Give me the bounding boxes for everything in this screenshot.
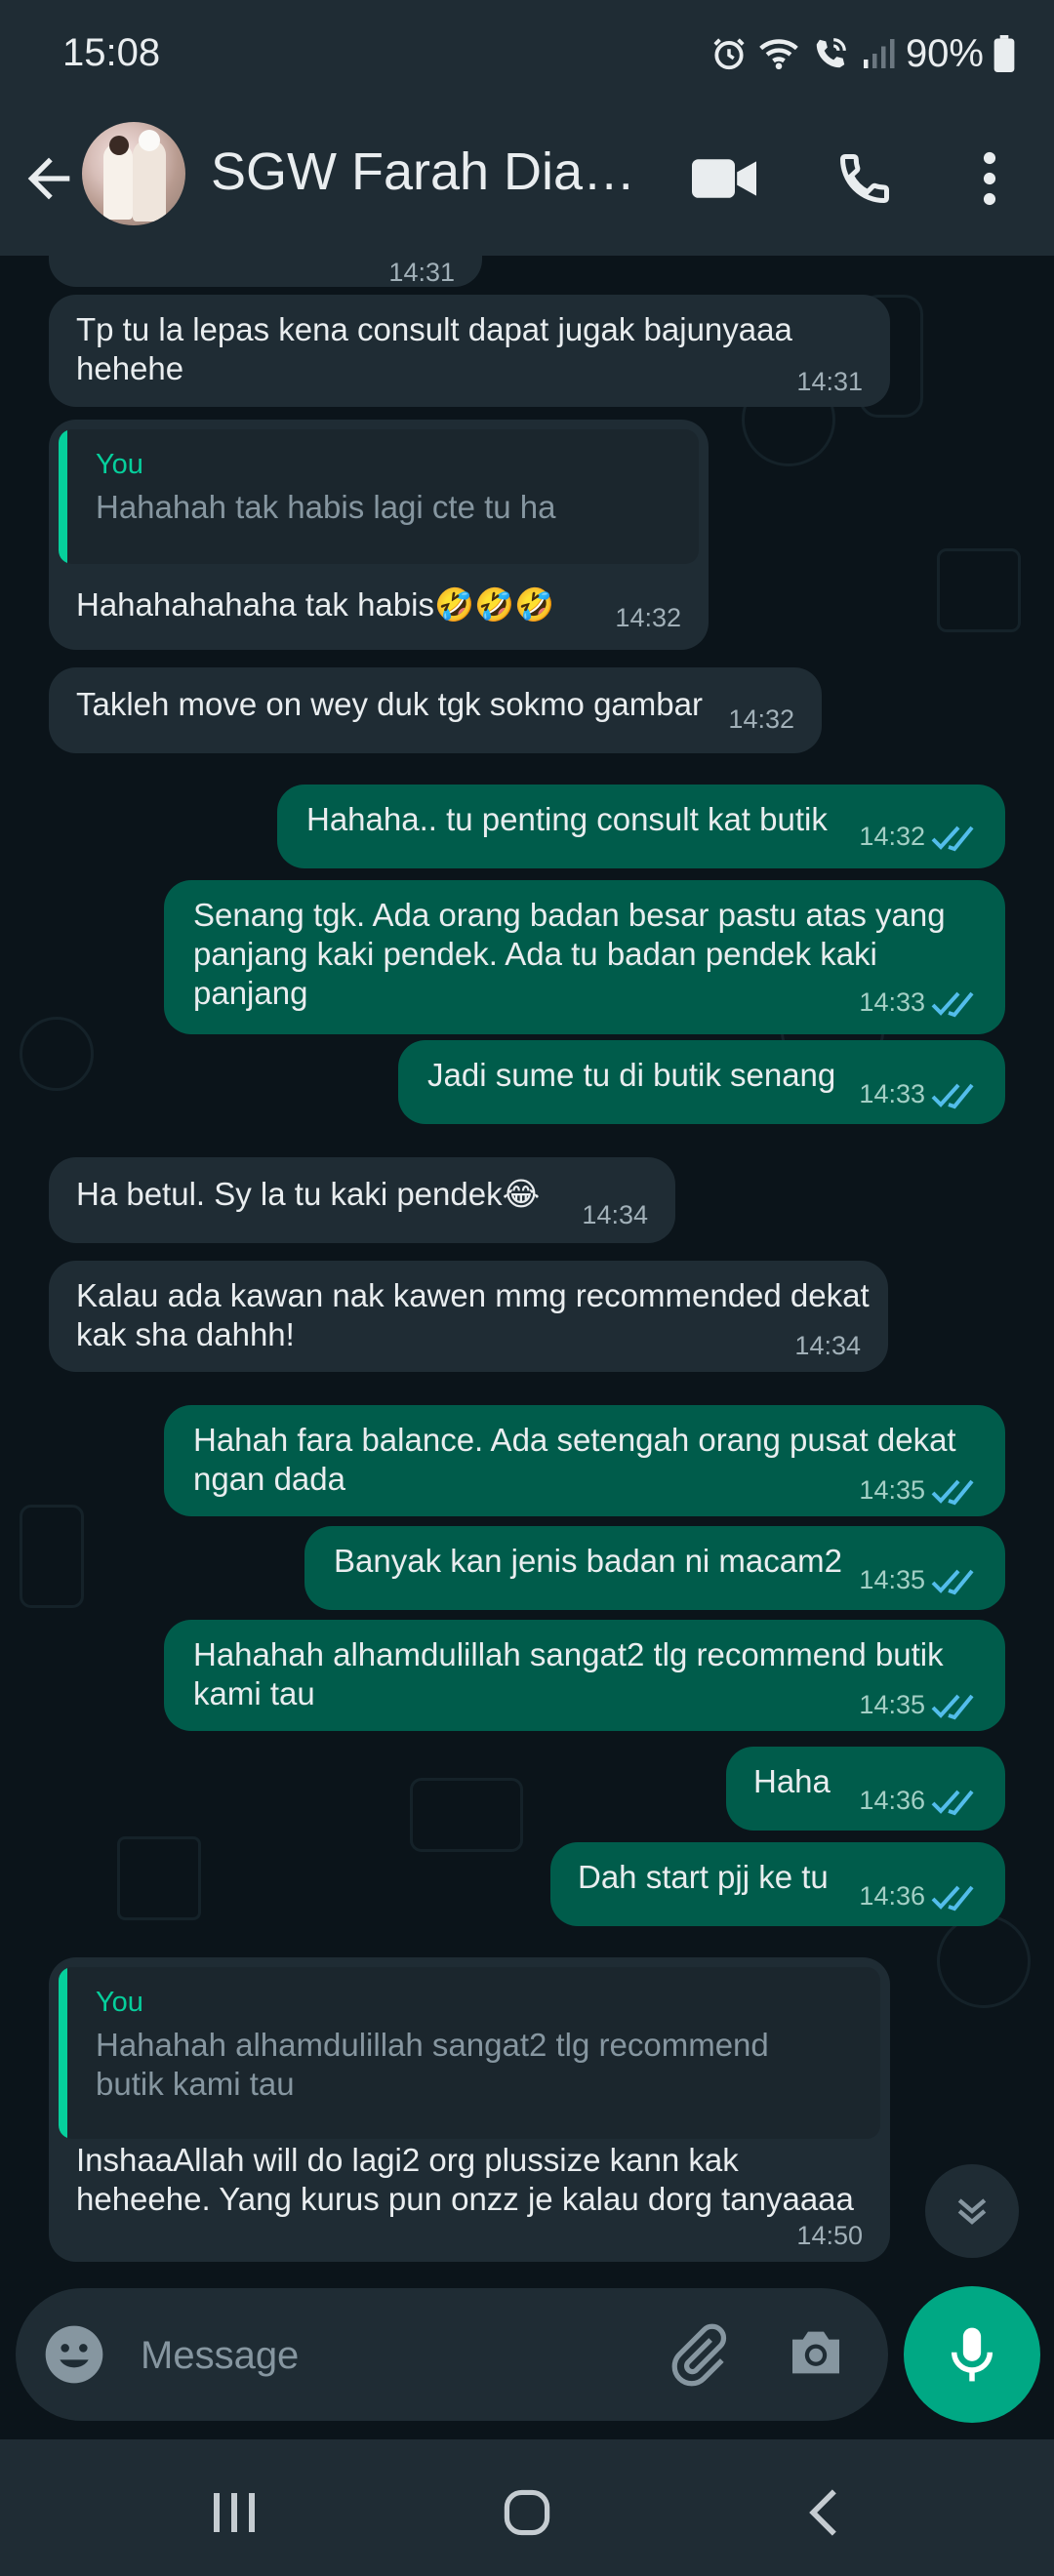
status-time: 15:08 [62,31,161,74]
system-navigation-bar [0,2439,1054,2576]
home-icon [504,2489,550,2536]
double-check-icon [931,1885,974,1912]
message-bubble-partial[interactable]: 14:31 [49,256,482,287]
message-time: 14:33 [859,1079,925,1108]
message-time: 14:32 [615,603,681,632]
double-check-icon [931,825,974,852]
home-button[interactable] [488,2478,566,2547]
scroll-to-bottom-button[interactable] [925,2164,1019,2258]
message-text: Hahah fara balance. Ada setengah orang p… [193,1422,956,1497]
message-time: 14:31 [796,367,863,396]
system-back-button[interactable] [785,2478,863,2547]
message-time: 14:50 [796,2221,863,2250]
battery-percent: 90% [905,31,984,75]
alarm-icon [713,38,745,70]
more-vert-icon [983,151,996,206]
message-time: 14:35 [859,1475,925,1505]
message-time: 14:35 [859,1690,925,1719]
signal-icon [863,39,895,68]
message-text: Haha [753,1763,831,1799]
message-time: 14:34 [794,1331,861,1360]
attach-button[interactable] [664,2321,732,2390]
message-text: Banyak kan jenis badan ni macam2 [334,1543,842,1579]
paperclip-icon [671,2323,727,2387]
message-text: Ha betul. Sy la tu kaki pendek😂 [76,1176,541,1212]
wifi-icon [759,39,798,70]
quoted-message[interactable]: You Hahahah tak habis lagi cte tu ha [59,429,699,564]
double-check-icon [931,1569,974,1595]
wifi-calling-icon [816,38,846,68]
message-list[interactable]: 14:31 Tp tu la lepas kena consult dapat … [0,256,1054,2285]
message-time: 14:32 [728,704,794,734]
message-bubble-outgoing[interactable]: Hahaha.. tu penting consult kat butik 14… [277,785,1005,868]
mic-icon [951,2327,993,2382]
quote-author: You [96,449,143,480]
quote-text: Hahahah tak habis lagi cte tu ha [96,489,556,525]
double-check-icon [931,1479,974,1506]
quote-text: Hahahah alhamdulillah sangat2 tlg recomm… [96,2027,769,2102]
battery-icon [993,35,1015,72]
status-icons: 90% [710,29,1015,78]
message-time: 14:31 [388,258,455,287]
voice-message-button[interactable] [904,2286,1040,2423]
video-call-icon [692,159,756,198]
message-text: Kalau ada kawan nak kawen mmg recommende… [76,1277,870,1352]
message-text: Senang tgk. Ada orang badan besar pastu … [193,897,946,1011]
message-text: Hahahahahaha tak habis🤣🤣🤣 [76,586,555,623]
video-call-button[interactable] [685,140,763,218]
recent-apps-icon [214,2493,255,2532]
message-time: 14:36 [859,1881,925,1911]
phone-icon [839,154,889,204]
status-bar: 15:08 90% [0,0,1054,112]
contact-avatar[interactable] [82,122,185,225]
arrow-left-icon [27,157,70,200]
message-text: Dah start pjj ke tu [578,1859,829,1895]
voice-call-button[interactable] [826,140,904,218]
camera-icon [792,2331,839,2374]
message-composer [16,2288,888,2421]
message-bubble-outgoing[interactable]: Banyak kan jenis badan ni macam2 14:35 [304,1526,1005,1610]
message-bubble-incoming[interactable]: Takleh move on wey duk tgk sokmo gambar … [49,667,822,753]
double-check-icon [931,1790,974,1816]
double-check-icon [931,991,974,1018]
emoji-icon [45,2325,103,2384]
camera-button[interactable] [785,2321,853,2390]
quote-author: You [96,1987,143,2018]
message-bubble-outgoing[interactable]: Jadi sume tu di butik senang 14:33 [398,1040,1005,1124]
message-time: 14:35 [859,1565,925,1594]
message-text: Takleh move on wey duk tgk sokmo gambar [76,686,703,722]
message-bubble-outgoing[interactable]: Dah start pjj ke tu 14:36 [550,1842,1005,1926]
chat-header: SGW Farah Diana... [0,112,1054,256]
chevron-left-icon [809,2489,836,2536]
message-bubble-incoming-reply[interactable]: You Hahahah tak habis lagi cte tu ha Hah… [49,420,709,650]
chevron-double-down-icon [957,2198,987,2225]
message-text: Jadi sume tu di butik senang [427,1057,836,1093]
emoji-button[interactable] [43,2323,105,2386]
message-bubble-incoming[interactable]: Kalau ada kawan nak kawen mmg recommende… [49,1261,888,1372]
message-text: Tp tu la lepas kena consult dapat jugak … [76,311,792,386]
message-bubble-outgoing[interactable]: Hahah fara balance. Ada setengah orang p… [164,1405,1005,1516]
double-check-icon [931,1694,974,1720]
message-bubble-outgoing[interactable]: Haha 14:36 [726,1747,1005,1831]
message-bubble-incoming[interactable]: Ha betul. Sy la tu kaki pendek😂 14:34 [49,1157,675,1243]
message-time: 14:33 [859,987,925,1017]
message-bubble-incoming-reply[interactable]: You Hahahah alhamdulillah sangat2 tlg re… [49,1957,890,2262]
message-text: Hahaha.. tu penting consult kat butik [306,801,828,837]
back-button[interactable] [18,147,80,210]
message-bubble-incoming[interactable]: Tp tu la lepas kena consult dapat jugak … [49,295,890,407]
message-time: 14:32 [859,822,925,851]
quoted-message[interactable]: You Hahahah alhamdulillah sangat2 tlg re… [59,1967,880,2139]
message-time: 14:36 [859,1786,925,1815]
recent-apps-button[interactable] [195,2478,273,2547]
message-input[interactable] [139,2319,630,2392]
double-check-icon [931,1083,974,1109]
message-text: InshaaAllah will do lagi2 org plussize k… [76,2142,854,2217]
message-bubble-outgoing[interactable]: Hahahah alhamdulillah sangat2 tlg recomm… [164,1620,1005,1731]
message-bubble-outgoing[interactable]: Senang tgk. Ada orang badan besar pastu … [164,880,1005,1034]
more-options-button[interactable] [951,140,1029,218]
message-text: Hahahah alhamdulillah sangat2 tlg recomm… [193,1636,944,1711]
message-time: 14:34 [582,1200,648,1229]
contact-name[interactable]: SGW Farah Diana... [211,141,660,202]
